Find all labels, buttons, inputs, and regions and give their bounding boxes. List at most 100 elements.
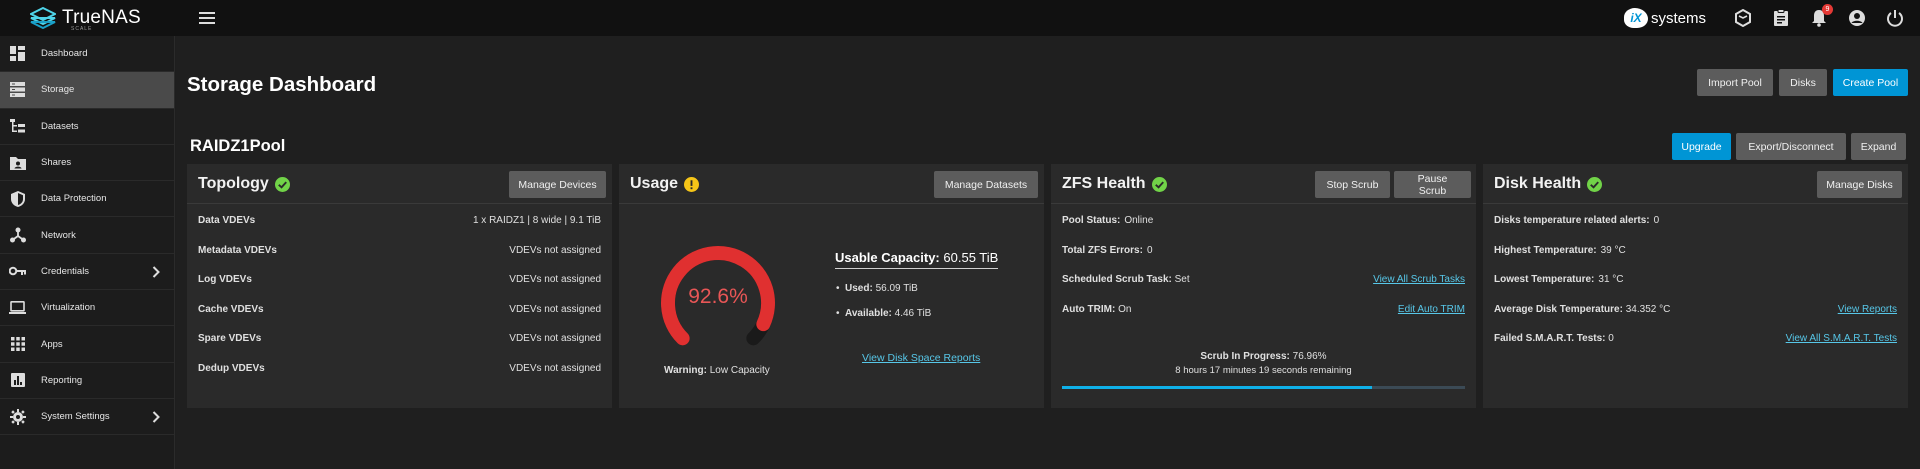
main-content: Storage Dashboard Import Pool Disks Crea… bbox=[176, 36, 1920, 469]
gear-icon bbox=[9, 408, 26, 425]
topology-row-spare: Spare VDEVs VDEVs not assigned bbox=[198, 333, 601, 344]
pool-status-row: Pool Status: Online bbox=[1062, 215, 1154, 226]
sidebar-item-dashboard[interactable]: Dashboard bbox=[0, 36, 174, 73]
reporting-icon bbox=[9, 372, 26, 389]
sidebar-item-label: Datasets bbox=[41, 120, 79, 132]
sidebar-item-label: Storage bbox=[41, 84, 75, 96]
zfs-health-title: ZFS Health bbox=[1062, 175, 1146, 192]
sidebar-item-shares[interactable]: Shares bbox=[0, 145, 174, 182]
sidebar: Dashboard Storage Datasets Shares Data P… bbox=[0, 36, 175, 469]
disk-space-reports-link[interactable]: View Disk Space Reports bbox=[862, 352, 980, 364]
view-smart-tests-link[interactable]: View All S.M.A.R.T. Tests bbox=[1786, 333, 1897, 347]
sidebar-item-apps[interactable]: Apps bbox=[0, 326, 174, 363]
sidebar-item-data-protection[interactable]: Data Protection bbox=[0, 181, 174, 218]
sidebar-item-label: Dashboard bbox=[41, 48, 88, 60]
usable-capacity: Usable Capacity: 60.55 TiB bbox=[835, 250, 999, 269]
avg-temp-row: Average Disk Temperature: 34.352 °C View… bbox=[1494, 304, 1897, 318]
sidebar-item-label: Virtualization bbox=[41, 302, 96, 314]
pool-name: RAIDZ1Pool bbox=[190, 137, 286, 155]
apps-grid-icon bbox=[9, 336, 26, 353]
network-icon bbox=[9, 227, 26, 244]
usage-card: Usage Manage Datasets 92.6% Warning: Low… bbox=[619, 164, 1044, 408]
page-title: Storage Dashboard bbox=[187, 73, 377, 96]
topology-title: Topology bbox=[198, 175, 269, 192]
manage-datasets-button[interactable]: Manage Datasets bbox=[934, 171, 1038, 198]
sidebar-item-datasets[interactable]: Datasets bbox=[0, 109, 174, 145]
import-pool-button[interactable]: Import Pool bbox=[1697, 69, 1773, 96]
topology-row-log: Log VDEVs VDEVs not assigned bbox=[198, 274, 601, 285]
ix-text: systems bbox=[1650, 9, 1706, 27]
sidebar-item-virtualization[interactable]: Virtualization bbox=[0, 290, 174, 327]
topology-card: Topology Manage Devices Data VDEVs 1 x RA… bbox=[187, 164, 612, 408]
account-circle-icon[interactable] bbox=[1846, 7, 1868, 29]
sidebar-item-label: Apps bbox=[41, 338, 63, 350]
sidebar-item-label: Data Protection bbox=[41, 193, 107, 205]
card-title: ZFS Health bbox=[1062, 175, 1167, 193]
manage-disks-button[interactable]: Manage Disks bbox=[1817, 171, 1902, 198]
capacity-warning: Warning: Low Capacity bbox=[664, 365, 770, 376]
card-title: Topology bbox=[198, 175, 290, 193]
sidebar-item-label: Reporting bbox=[41, 374, 83, 386]
disk-health-card: Disk Health Manage Disks Disks temperatu… bbox=[1483, 164, 1908, 408]
sidebar-item-label: Network bbox=[41, 229, 76, 241]
view-reports-link[interactable]: View Reports bbox=[1838, 304, 1897, 318]
card-header: Disk Health Manage Disks bbox=[1483, 164, 1908, 204]
truenas-logo-icon bbox=[30, 7, 56, 29]
manage-devices-button[interactable]: Manage Devices bbox=[509, 171, 606, 198]
notifications-bell-icon[interactable]: 9 bbox=[1808, 4, 1833, 29]
scrub-progress-fill bbox=[1062, 386, 1373, 389]
ixsystems-logo[interactable]: iX systems bbox=[1623, 8, 1706, 28]
pause-scrub-button[interactable]: Pause Scrub bbox=[1394, 171, 1471, 198]
storage-icon bbox=[9, 81, 26, 98]
truecommand-icon[interactable] bbox=[1732, 7, 1754, 29]
check-circle-icon bbox=[274, 176, 290, 192]
lowest-temp-row: Lowest Temperature: 31 °C bbox=[1494, 274, 1624, 285]
view-scrub-tasks-link[interactable]: View All Scrub Tasks bbox=[1373, 274, 1465, 288]
shares-icon bbox=[9, 154, 26, 171]
check-circle-icon bbox=[1587, 176, 1603, 192]
autotrim-row: Auto TRIM: On Edit Auto TRIM bbox=[1062, 304, 1465, 318]
topology-row-metadata: Metadata VDEVs VDEVs not assigned bbox=[198, 245, 601, 256]
temp-alerts-row: Disks temperature related alerts: 0 bbox=[1494, 215, 1660, 226]
sidebar-item-system-settings[interactable]: System Settings bbox=[0, 399, 174, 436]
hamburger-menu-icon[interactable] bbox=[192, 3, 222, 33]
zfs-health-card: ZFS Health Stop Scrub Pause Scrub Pool S… bbox=[1051, 164, 1476, 408]
disks-button[interactable]: Disks bbox=[1779, 69, 1827, 96]
sidebar-item-label: Shares bbox=[41, 157, 72, 169]
sidebar-item-credentials[interactable]: Credentials bbox=[0, 254, 174, 291]
available-value: Available: 4.46 TiB bbox=[836, 308, 931, 319]
ix-badge: iX bbox=[1623, 8, 1648, 28]
disk-health-title: Disk Health bbox=[1494, 175, 1582, 192]
stop-scrub-button[interactable]: Stop Scrub bbox=[1315, 171, 1390, 198]
expand-button[interactable]: Expand bbox=[1851, 133, 1906, 160]
edit-autotrim-link[interactable]: Edit Auto TRIM bbox=[1398, 304, 1465, 318]
card-header: ZFS Health Stop Scrub Pause Scrub bbox=[1051, 164, 1476, 204]
notification-count-badge: 9 bbox=[1822, 4, 1833, 15]
scrub-task-row: Scheduled Scrub Task: Set View All Scrub… bbox=[1062, 274, 1465, 288]
sidebar-item-storage[interactable]: Storage bbox=[0, 72, 174, 109]
highest-temp-row: Highest Temperature: 39 °C bbox=[1494, 245, 1626, 256]
topology-row-cache: Cache VDEVs VDEVs not assigned bbox=[198, 304, 601, 315]
scrub-progress-text: Scrub In Progress: 76.96% bbox=[1200, 351, 1327, 362]
zfs-errors-row: Total ZFS Errors: 0 bbox=[1062, 245, 1153, 256]
card-header: Usage Manage Datasets bbox=[619, 164, 1044, 204]
clipboard-tasks-icon[interactable] bbox=[1770, 7, 1792, 29]
usage-title: Usage bbox=[630, 175, 679, 192]
scrub-progress-bar bbox=[1062, 386, 1465, 389]
smart-tests-row: Failed S.M.A.R.T. Tests: 0 View All S.M.… bbox=[1494, 333, 1897, 347]
card-title: Usage bbox=[630, 175, 700, 193]
check-circle-icon bbox=[1151, 176, 1167, 192]
export-disconnect-button[interactable]: Export/Disconnect bbox=[1736, 133, 1846, 160]
scrub-remaining-text: 8 hours 17 minutes 19 seconds remaining bbox=[1175, 365, 1352, 376]
logo-subtext: SCALE bbox=[71, 26, 93, 32]
sidebar-item-label: System Settings bbox=[41, 411, 110, 423]
upgrade-button[interactable]: Upgrade bbox=[1672, 133, 1731, 160]
topology-row-data: Data VDEVs 1 x RAIDZ1 | 8 wide | 9.1 TiB bbox=[198, 215, 601, 226]
power-icon[interactable] bbox=[1884, 7, 1906, 29]
warning-circle-icon bbox=[684, 176, 700, 192]
card-header: Topology Manage Devices bbox=[187, 164, 612, 204]
create-pool-button[interactable]: Create Pool bbox=[1833, 69, 1908, 96]
datasets-icon bbox=[9, 118, 26, 135]
sidebar-item-reporting[interactable]: Reporting bbox=[0, 363, 174, 399]
sidebar-item-network[interactable]: Network bbox=[0, 217, 174, 254]
